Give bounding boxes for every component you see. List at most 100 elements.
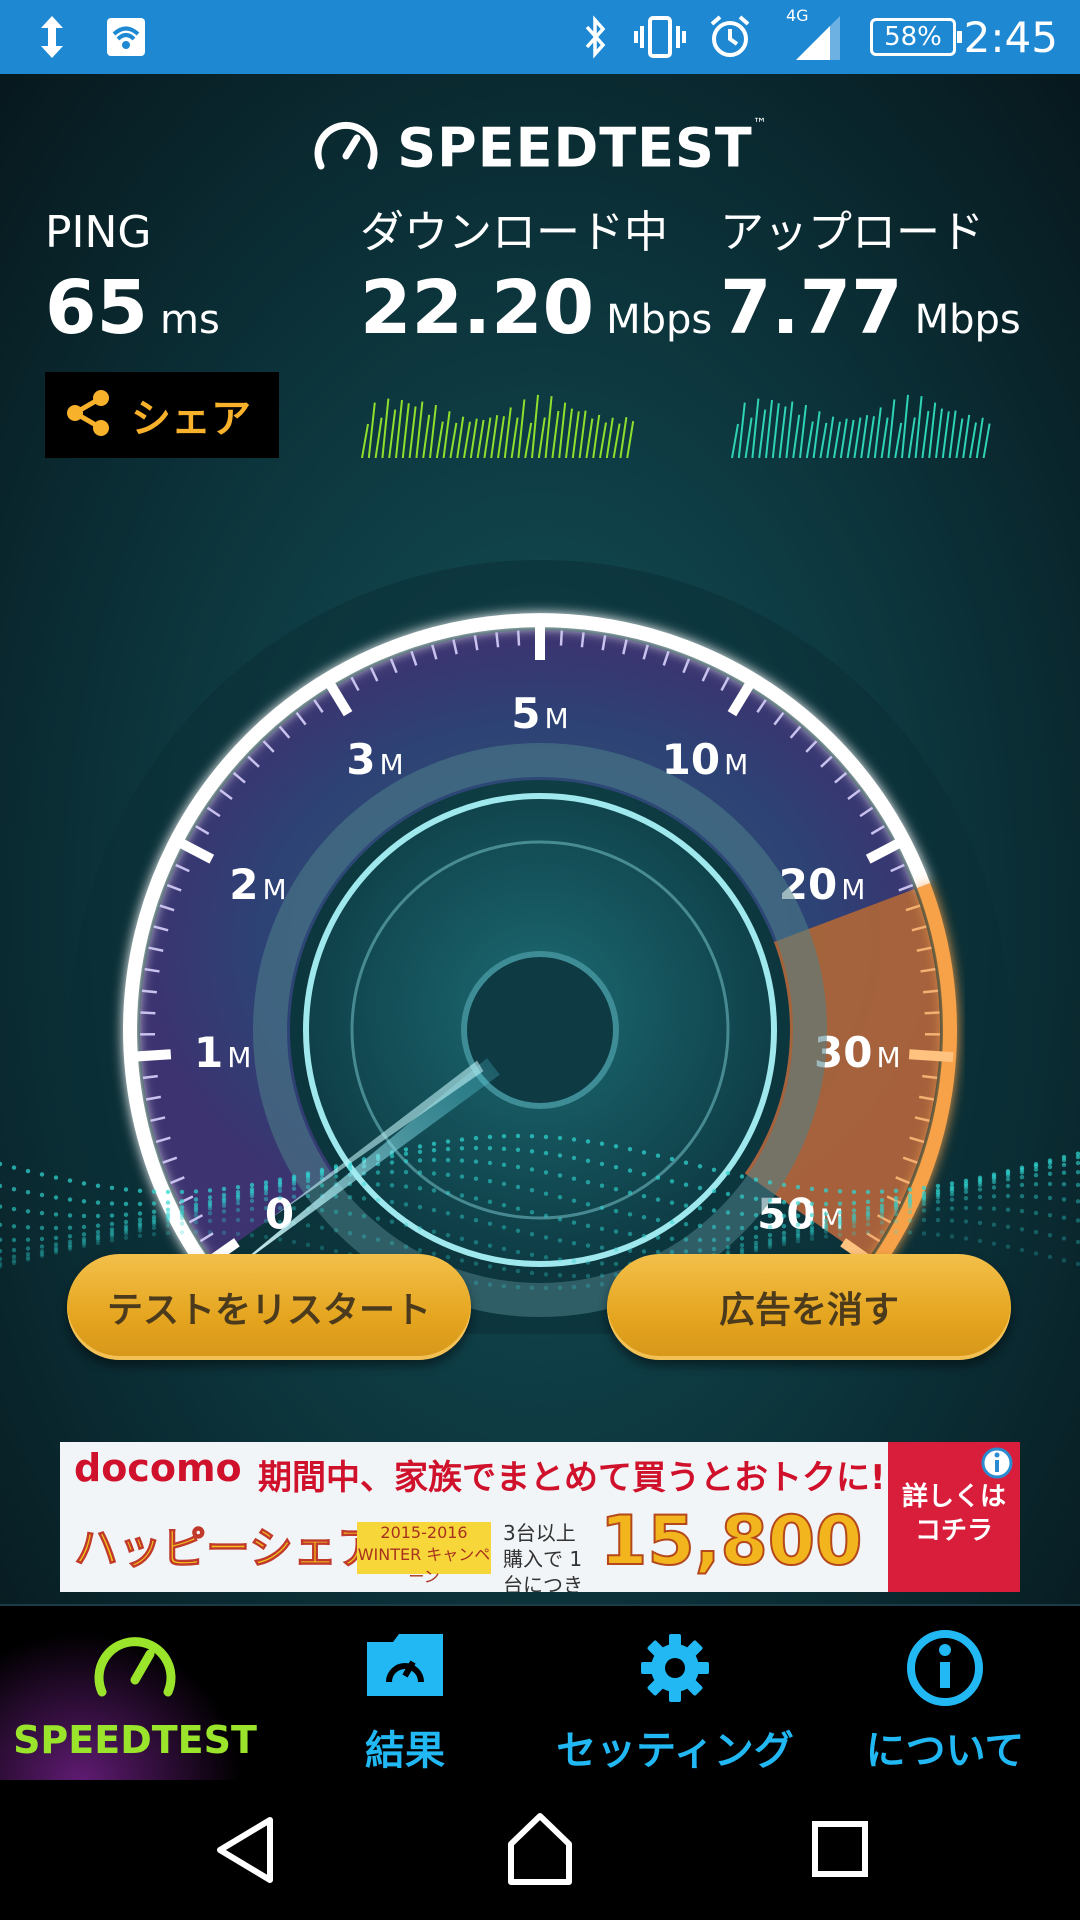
wave-dot	[739, 1211, 745, 1217]
wave-dot	[977, 1187, 983, 1192]
wave-dot	[25, 1257, 31, 1262]
wave-dot	[53, 1175, 59, 1180]
wave-dot	[823, 1211, 829, 1217]
share-button[interactable]: シェア	[45, 372, 279, 458]
wave-dot	[599, 1205, 605, 1210]
wave-dot	[235, 1207, 241, 1213]
wave-dot	[123, 1201, 129, 1207]
wave-dot	[403, 1244, 409, 1249]
wave-dot	[347, 1195, 353, 1200]
wave-dot	[207, 1218, 213, 1224]
wave-dot	[1033, 1251, 1039, 1256]
remove-ads-button[interactable]: 広告を消す	[607, 1254, 1011, 1360]
tab-about[interactable]: について	[810, 1606, 1080, 1782]
wave-dot	[333, 1209, 339, 1214]
wave-dot	[389, 1219, 395, 1224]
sparkline-bar	[975, 417, 984, 458]
wave-dot	[543, 1150, 549, 1156]
wave-dot	[543, 1272, 549, 1277]
speedometer-icon	[313, 116, 379, 180]
sparkline-bar	[751, 398, 760, 458]
ad-info-icon[interactable]	[980, 1446, 1014, 1480]
gauge-scale-number: 2	[229, 860, 258, 909]
wave-dot	[613, 1165, 619, 1170]
wave-dot	[949, 1197, 955, 1202]
sparkline-bar	[758, 409, 767, 458]
wave-dot	[837, 1210, 843, 1215]
wave-dot	[893, 1219, 899, 1224]
sparkline-bar	[962, 414, 971, 458]
sparkline-bar	[833, 421, 841, 458]
wave-dot	[403, 1184, 409, 1189]
back-icon[interactable]	[210, 1810, 280, 1894]
download-metric: ダウンロード中 22.20 Mbps	[360, 204, 712, 366]
wave-dot	[487, 1134, 493, 1140]
sparkline-bar	[778, 406, 787, 458]
wave-dot	[879, 1229, 885, 1235]
gauge-scale-number: 3	[346, 735, 375, 784]
wave-dot	[81, 1213, 87, 1219]
wave-dot	[67, 1225, 73, 1230]
wave-dot	[501, 1284, 507, 1289]
bluetooth-icon	[578, 14, 614, 60]
wave-dot	[725, 1210, 731, 1215]
wave-dot	[893, 1188, 899, 1193]
app-header: SPEEDTEST™	[0, 116, 1080, 180]
wave-dot	[263, 1191, 269, 1196]
wave-dot	[361, 1213, 367, 1219]
sparkline-bar	[415, 401, 424, 458]
gauge-minor-tick	[922, 1074, 938, 1080]
wave-dot	[907, 1230, 913, 1235]
wave-dot	[837, 1189, 843, 1194]
sparkline-bar	[619, 417, 628, 458]
wave-dot	[543, 1134, 549, 1140]
wave-dot	[1061, 1236, 1067, 1241]
wave-dot	[1047, 1254, 1053, 1260]
wave-dot	[711, 1167, 717, 1172]
wave-dot	[1005, 1173, 1011, 1178]
restart-test-button[interactable]: テストをリスタート	[67, 1254, 471, 1360]
tab-speedtest[interactable]: SPEEDTEST	[0, 1606, 270, 1782]
download-unit: Mbps	[606, 297, 713, 343]
wave-dot	[781, 1182, 787, 1188]
ad-brand: docomo	[74, 1446, 242, 1490]
wave-dot	[879, 1220, 885, 1225]
sparkline-bar	[771, 403, 780, 458]
wave-dot	[739, 1243, 745, 1248]
tab-settings[interactable]: セッティング	[540, 1606, 810, 1782]
wave-dot	[347, 1166, 353, 1171]
wave-dot	[305, 1193, 311, 1199]
wave-dot	[403, 1147, 409, 1152]
wave-dot	[487, 1146, 493, 1151]
wave-dot	[1061, 1258, 1067, 1263]
wave-dot	[67, 1178, 73, 1183]
wave-dot	[669, 1156, 675, 1162]
wave-dot	[529, 1285, 535, 1290]
wave-dot	[207, 1230, 213, 1235]
wave-dot	[473, 1240, 479, 1245]
sparkline-bar	[969, 422, 977, 458]
wave-dot	[697, 1223, 703, 1228]
wave-dot	[25, 1225, 31, 1230]
recents-icon[interactable]	[805, 1810, 875, 1894]
wave-dot	[529, 1188, 535, 1193]
wave-dot	[949, 1192, 955, 1197]
wave-dot	[711, 1237, 717, 1243]
home-icon[interactable]	[505, 1810, 575, 1894]
wave-dot	[1005, 1183, 1011, 1189]
wave-dot	[459, 1137, 465, 1142]
sparkline-bar	[935, 408, 943, 458]
wave-dot	[137, 1188, 143, 1193]
wave-dot	[501, 1181, 507, 1187]
wave-dot	[1075, 1261, 1080, 1267]
ad-price: 15,800	[599, 1501, 863, 1582]
bottom-tab-bar: SPEEDTEST 結果 セッティング について	[0, 1604, 1080, 1782]
wave-dot	[291, 1186, 297, 1191]
tab-results[interactable]: 結果	[270, 1606, 540, 1782]
upload-speed-sparkline	[731, 394, 991, 458]
wave-dot	[487, 1179, 493, 1184]
wave-dot	[221, 1186, 227, 1192]
gauge-minor-tick	[924, 1011, 940, 1015]
wave-dot	[0, 1237, 3, 1242]
ad-banner[interactable]: docomo 期間中、家族でまとめて買うとおトクに!! ハッピーシェア♪ 201…	[60, 1442, 1020, 1592]
